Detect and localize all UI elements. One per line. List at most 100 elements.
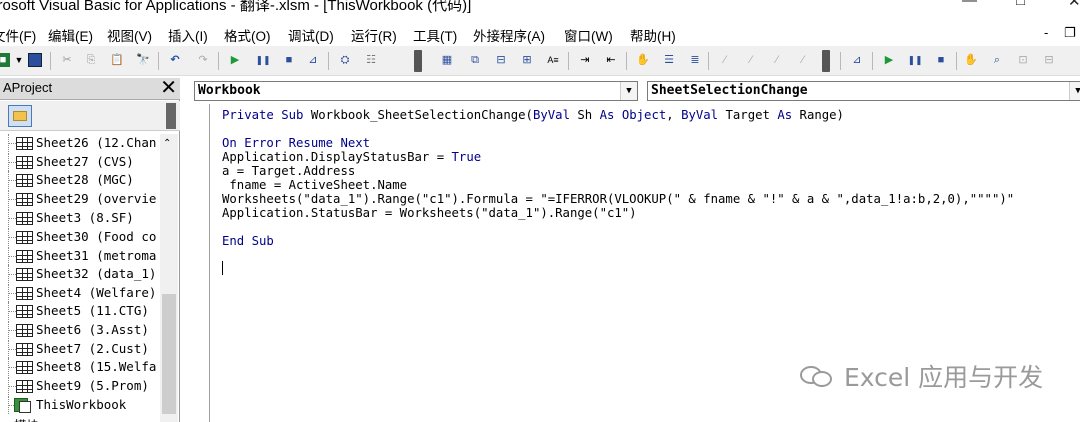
code-line[interactable]: fname = ActiveSheet.Name [222, 178, 1072, 192]
paste-icon[interactable]: 📋 [110, 53, 124, 67]
save-icon[interactable] [28, 53, 42, 67]
project-scrollbar[interactable]: ⌃ [160, 134, 178, 422]
code-line[interactable]: Worksheets("data_1").Range("c1").Formula… [222, 192, 1072, 206]
undo-icon[interactable]: ↶ [168, 53, 182, 67]
scroll-thumb[interactable] [162, 294, 176, 414]
outdent-icon[interactable]: ⇤ [604, 53, 618, 67]
excel-icon[interactable]: ■ [0, 53, 10, 67]
design-mode-icon[interactable]: ⊿ [306, 53, 320, 67]
object-dropdown-value: Workbook [198, 83, 261, 98]
code-line[interactable]: End Sub [222, 234, 1072, 248]
menu-view[interactable]: 视图(V) [107, 25, 152, 45]
uncomment-icon[interactable]: ≣ [688, 53, 702, 67]
worksheet-icon [16, 156, 33, 169]
immediate-icon[interactable]: ⊟ [1042, 53, 1056, 67]
tree-item-modules[interactable]: 模块 [0, 414, 160, 422]
quick-watch-icon[interactable]: ⌕ [990, 53, 1004, 67]
procedure-dropdown[interactable]: SheetSelectionChange ▼ [647, 81, 1080, 101]
menu-window[interactable]: 窗口(W) [564, 25, 613, 45]
tree-item-thisworkbook[interactable]: ThisWorkbook [0, 396, 160, 414]
next-bookmark-icon[interactable]: ⁄ [744, 53, 758, 67]
break-icon2[interactable]: ❚❚ [907, 53, 922, 67]
indent-icon[interactable]: ⇥ [578, 53, 592, 67]
mdi-minimize-button[interactable]: - [1044, 25, 1048, 40]
cut-icon[interactable]: ✂ [60, 53, 74, 67]
code-line[interactable]: Private Sub Workbook_SheetSelectionChang… [222, 108, 1072, 122]
menu-format[interactable]: 格式(O) [224, 25, 271, 45]
tree-item-sheet5[interactable]: Sheet5 (11.CTG) [0, 302, 160, 320]
mdi-restore-button[interactable]: ❐ [1064, 25, 1076, 41]
menu-edit[interactable]: 编辑(E) [48, 25, 93, 45]
toolbar-grip[interactable] [414, 50, 422, 72]
call-stack-icon[interactable]: ⊡ [1016, 53, 1030, 67]
design-icon2[interactable]: ⊿ [850, 53, 864, 67]
tree-item-sheet32[interactable]: Sheet32 (data_1) [0, 265, 160, 283]
text-size-icon[interactable]: A≡ [546, 53, 560, 67]
code-line[interactable] [222, 220, 1072, 234]
run-icon2[interactable]: ▶ [882, 53, 896, 67]
reset-icon2[interactable]: ■ [934, 53, 948, 67]
code-text: Sh [569, 108, 600, 122]
tab-order-icon[interactable]: ⊟ [494, 53, 508, 67]
find-icon[interactable]: 🔭 [136, 53, 150, 67]
tree-item-sheet26[interactable]: Sheet26 (12.Chan [0, 134, 160, 152]
run-icon[interactable]: ▶ [228, 53, 242, 67]
tree-item-sheet4[interactable]: Sheet4 (Welfare) [0, 284, 160, 302]
comment-icon[interactable]: ☰ [662, 53, 676, 67]
chevron-down-icon[interactable]: ▼ [1069, 82, 1080, 100]
tree-item-sheet30[interactable]: Sheet30 (Food co [0, 228, 160, 246]
redo-icon[interactable]: ↷ [196, 53, 210, 67]
code-line[interactable]: a = Target.Address [222, 164, 1072, 178]
tree-item-sheet3[interactable]: Sheet3 (8.SF) [0, 209, 160, 227]
project-explorer-icon[interactable]: ⛭ [338, 53, 352, 67]
toggle-folders-button[interactable] [8, 105, 32, 127]
tree-item-sheet8[interactable]: Sheet8 (15.Welfa [0, 358, 160, 376]
object-browser-icon[interactable]: ▦ [440, 53, 454, 67]
tree-item-sheet27[interactable]: Sheet27 (CVS) [0, 153, 160, 171]
align-icon[interactable]: ⊞ [520, 53, 534, 67]
menu-tools[interactable]: 工具(T) [413, 25, 457, 45]
bookmark-icon[interactable]: ⁄ [718, 53, 732, 67]
tree-item-sheet6[interactable]: Sheet6 (3.Asst) [0, 321, 160, 339]
maximize-button[interactable]: □ [1016, 0, 1025, 9]
breakpoint-icon[interactable]: ✋ [636, 53, 650, 67]
toolbox-icon[interactable]: ⧉ [468, 53, 482, 67]
prev-bookmark-icon[interactable]: ⁄ [770, 53, 784, 67]
menu-insert[interactable]: 插入(I) [168, 25, 208, 45]
toolbar-grip[interactable] [822, 50, 830, 72]
toggle-breakpoint-icon[interactable]: ✋ [964, 53, 978, 67]
tree-item-sheet7[interactable]: Sheet7 (2.Cust) [0, 340, 160, 358]
object-dropdown[interactable]: Workbook ▼ [194, 81, 638, 101]
chevron-down-icon[interactable]: ▼ [620, 82, 637, 100]
wechat-icon [800, 362, 836, 390]
project-explorer-header: AProject ✕ [0, 77, 180, 100]
menu-addins[interactable]: 外接程序(A) [473, 25, 545, 45]
code-margin[interactable] [182, 104, 210, 422]
close-icon[interactable]: ✕ [160, 77, 177, 99]
menu-run[interactable]: 运行(R) [351, 25, 397, 45]
toolbar-grip[interactable] [166, 103, 176, 129]
minimize-button[interactable]: — [962, 0, 977, 9]
code-line[interactable]: Application.StatusBar = Worksheets("data… [222, 206, 1072, 220]
menu-help[interactable]: 帮助(H) [630, 25, 676, 45]
code-line[interactable] [222, 122, 1072, 136]
scroll-up-icon[interactable]: ⌃ [163, 138, 171, 149]
code-line[interactable]: On Error Resume Next [222, 136, 1072, 150]
clear-bookmarks-icon[interactable]: ⁄ [796, 53, 810, 67]
code-line[interactable]: Application.DisplayStatusBar = True [222, 150, 1072, 164]
menu-file[interactable]: 文件(F) [0, 25, 36, 45]
toolbar-separator [626, 52, 627, 70]
menu-debug[interactable]: 调试(D) [288, 25, 334, 45]
reset-icon[interactable]: ■ [282, 53, 296, 67]
tree-item-sheet31[interactable]: Sheet31 (metroma [0, 247, 160, 265]
dropdown-arrow-icon[interactable]: ▼ [12, 53, 26, 67]
break-icon[interactable]: ❚❚ [255, 53, 270, 67]
properties-icon[interactable]: ☷ [364, 53, 378, 67]
code-keyword: End Sub [222, 234, 274, 248]
tree-item-sheet28[interactable]: Sheet28 (MGC) [0, 171, 160, 189]
tree-item-sheet29[interactable]: Sheet29 (overvie [0, 190, 160, 208]
code-editor[interactable]: Private Sub Workbook_SheetSelectionChang… [222, 108, 1072, 248]
copy-icon[interactable]: ⎘ [84, 53, 98, 67]
close-button[interactable]: ✕ [1068, 0, 1080, 10]
tree-item-sheet9[interactable]: Sheet9 (5.Prom) [0, 377, 160, 395]
